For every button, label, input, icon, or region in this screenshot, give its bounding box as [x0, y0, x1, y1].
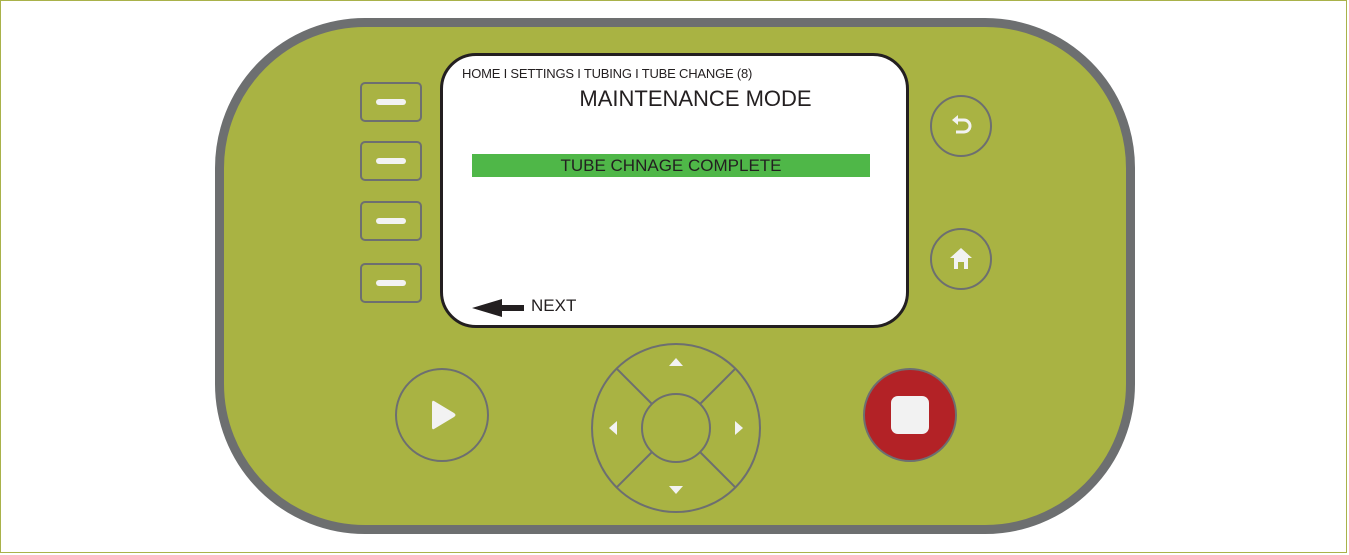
triangle-right-icon: [735, 421, 743, 435]
back-button[interactable]: [930, 95, 992, 157]
soft-key-2[interactable]: [360, 141, 422, 181]
next-label: NEXT: [531, 296, 577, 315]
directional-pad: [590, 342, 762, 514]
house-icon: [950, 248, 972, 269]
triangle-left-icon: [609, 421, 617, 435]
triangle-down-icon: [669, 486, 683, 494]
play-triangle-icon: [432, 400, 456, 430]
page-title: MAINTENANCE MODE: [579, 86, 812, 111]
stop-button[interactable]: [863, 368, 957, 462]
center-select-button[interactable]: [644, 396, 708, 460]
play-button[interactable]: [395, 368, 489, 462]
left-button[interactable]: [592, 394, 642, 462]
home-button[interactable]: [930, 228, 992, 290]
triangle-up-icon: [669, 358, 683, 366]
right-button[interactable]: [710, 394, 760, 462]
undo-arrow-icon: [952, 115, 972, 134]
stop-square-icon: [891, 396, 929, 434]
arrow-left-icon: [472, 299, 524, 317]
menu-item-tube-change-complete[interactable]: TUBE CHNAGE COMPLETE: [472, 154, 870, 177]
soft-key-4[interactable]: [360, 263, 422, 303]
soft-key-3[interactable]: [360, 201, 422, 241]
breadcrumb: HOME I SETTINGS I TUBING I TUBE CHANGE (…: [462, 66, 753, 81]
up-button[interactable]: [642, 344, 710, 394]
display-screen: HOME I SETTINGS I TUBING I TUBE CHANGE (…: [440, 53, 909, 328]
soft-key-1[interactable]: [360, 82, 422, 122]
down-button[interactable]: [642, 462, 710, 512]
